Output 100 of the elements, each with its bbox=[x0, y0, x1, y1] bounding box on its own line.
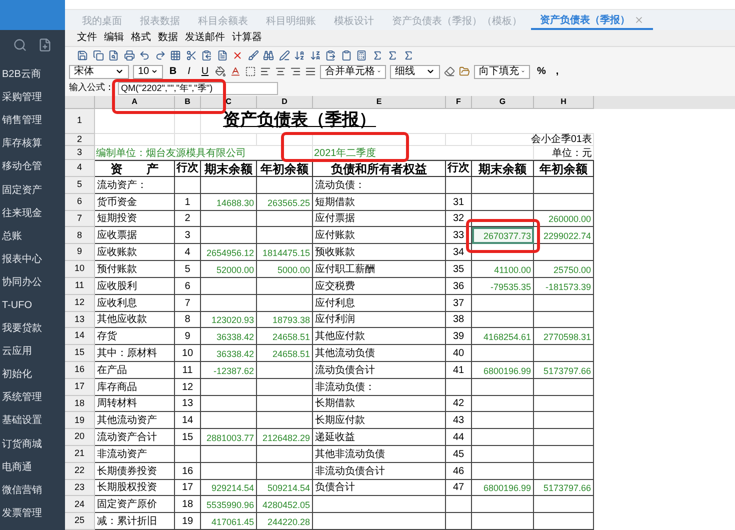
sort-descending-icon[interactable] bbox=[310, 50, 320, 60]
sidebar-item[interactable]: 往来现金 bbox=[0, 202, 65, 225]
format-button[interactable]: B bbox=[167, 66, 179, 76]
pen-icon[interactable] bbox=[278, 50, 290, 60]
align-center-icon[interactable] bbox=[275, 66, 286, 77]
sidebar-item[interactable]: 订货商城 bbox=[0, 432, 65, 456]
format-button[interactable]: , bbox=[552, 66, 562, 76]
border-icon[interactable] bbox=[245, 66, 256, 77]
eraser-icon[interactable] bbox=[444, 66, 455, 77]
format-button[interactable]: I bbox=[183, 66, 195, 76]
sidebar-item[interactable]: 协同办公 bbox=[0, 270, 65, 294]
fill-select[interactable]: 向下填充 bbox=[474, 64, 530, 78]
formula-field[interactable]: QM("2202","","年","季") bbox=[118, 82, 278, 94]
preview-icon[interactable] bbox=[108, 50, 119, 60]
menu-item[interactable]: 格式 bbox=[131, 33, 151, 43]
document-icon[interactable] bbox=[216, 50, 228, 60]
row-number: 8 bbox=[65, 227, 95, 244]
menu-item[interactable]: 发送邮件 bbox=[185, 33, 225, 43]
row-number: 23 bbox=[65, 480, 95, 496]
font-color-icon[interactable] bbox=[230, 66, 241, 77]
grid-icon[interactable] bbox=[170, 50, 181, 60]
sidebar-item[interactable]: 报表中心 bbox=[0, 248, 65, 271]
row-number: 22 bbox=[65, 462, 95, 480]
sidebar-item[interactable]: 销售管理 bbox=[0, 109, 65, 132]
sidebar-item[interactable]: 基础设置 bbox=[0, 409, 65, 432]
cut-icon[interactable] bbox=[186, 50, 196, 60]
sidebar-item[interactable]: 云应用 bbox=[0, 340, 65, 364]
sidebar-item[interactable]: 发票管理 bbox=[0, 502, 65, 525]
clipboard-icon[interactable] bbox=[340, 50, 352, 60]
row-number: 10 bbox=[65, 261, 95, 278]
sidebar-item[interactable]: 固定资产 bbox=[0, 178, 65, 202]
search-icon[interactable] bbox=[13, 38, 28, 52]
row-number: 9 bbox=[65, 244, 95, 262]
sidebar-header bbox=[0, 0, 65, 30]
sidebar-item[interactable]: 采购管理 bbox=[0, 86, 65, 110]
paste-icon[interactable] bbox=[325, 50, 336, 60]
format-button[interactable]: U bbox=[199, 66, 211, 76]
row-number: 14 bbox=[65, 328, 95, 346]
table-cell: 417061.45 bbox=[201, 513, 257, 530]
sum-icon[interactable] bbox=[387, 50, 398, 60]
formula-label: 输入公式： bbox=[69, 81, 114, 94]
row-number: 16 bbox=[65, 362, 95, 379]
row-number: 4 bbox=[65, 160, 95, 177]
redo-icon[interactable] bbox=[154, 50, 166, 60]
row-number: 20 bbox=[65, 429, 95, 446]
table-cell: 单位：元 bbox=[534, 146, 594, 160]
merge-select[interactable]: 合并单元格 bbox=[320, 64, 386, 78]
row-number: 17 bbox=[65, 378, 95, 396]
copy-icon[interactable] bbox=[92, 50, 104, 60]
row-number: 19 bbox=[65, 412, 95, 430]
border-select[interactable]: 细线 bbox=[390, 64, 440, 78]
menu-item[interactable]: 文件 bbox=[77, 33, 97, 43]
sidebar-item[interactable]: 总账 bbox=[0, 224, 65, 248]
menu-item[interactable]: 计算器 bbox=[232, 33, 262, 43]
row-number: 15 bbox=[65, 345, 95, 362]
sidebar-item[interactable]: 系统管理 bbox=[0, 386, 65, 410]
sidebar-item[interactable]: 我要贷款 bbox=[0, 317, 65, 340]
table-cell: 减：累计折旧 bbox=[95, 513, 175, 530]
delete-icon[interactable] bbox=[232, 50, 243, 60]
calculator-icon[interactable] bbox=[356, 50, 367, 60]
column-heading: 资 产 bbox=[95, 160, 175, 177]
row-number: 24 bbox=[65, 496, 95, 514]
sidebar-item[interactable]: 移动仓管 bbox=[0, 155, 65, 178]
font-size-select[interactable]: 10 bbox=[133, 64, 163, 78]
menu-item[interactable]: 编辑 bbox=[104, 33, 124, 43]
align-left-icon[interactable] bbox=[260, 66, 271, 77]
table-cell bbox=[446, 513, 472, 530]
row-number: 12 bbox=[65, 294, 95, 312]
save-icon[interactable] bbox=[77, 50, 88, 60]
folder-icon[interactable] bbox=[459, 66, 470, 77]
row-number: 18 bbox=[65, 396, 95, 412]
sidebar-item[interactable]: 库存核算 bbox=[0, 132, 65, 156]
sidebar-item[interactable]: 初始化 bbox=[0, 363, 65, 386]
row-number: 3 bbox=[65, 146, 95, 160]
align-right-icon[interactable] bbox=[290, 66, 301, 77]
sidebar-item[interactable]: B2B云商 bbox=[0, 63, 65, 86]
sidebar-item[interactable]: T-UFO bbox=[0, 294, 65, 318]
justify-icon[interactable] bbox=[305, 66, 316, 77]
row-number: 1 bbox=[65, 109, 95, 134]
new-page-icon[interactable] bbox=[38, 38, 52, 52]
row-number: 5 bbox=[65, 177, 95, 194]
format-button[interactable]: % bbox=[534, 66, 549, 76]
undo-icon[interactable] bbox=[139, 50, 150, 60]
copy-icon[interactable] bbox=[201, 50, 212, 60]
table-cell: 2021年二季度 bbox=[313, 146, 534, 160]
row-number: 13 bbox=[65, 312, 95, 328]
sidebar-item[interactable]: 微信营销 bbox=[0, 478, 65, 502]
menu-item[interactable]: 数据 bbox=[158, 33, 178, 43]
row-number: 21 bbox=[65, 446, 95, 463]
table-cell: 244220.28 bbox=[257, 513, 313, 530]
sum-icon[interactable] bbox=[372, 50, 382, 60]
brush-icon[interactable] bbox=[248, 50, 258, 60]
find-icon[interactable] bbox=[263, 50, 274, 60]
sum-icon[interactable] bbox=[402, 50, 414, 60]
print-icon[interactable] bbox=[124, 50, 134, 60]
sort-ascending-icon[interactable] bbox=[294, 50, 305, 60]
table-cell: 19 bbox=[175, 513, 201, 530]
font-select[interactable]: 宋体 bbox=[69, 64, 129, 78]
fill-color-icon[interactable] bbox=[215, 66, 226, 77]
sidebar-item[interactable]: 电商通 bbox=[0, 456, 65, 479]
